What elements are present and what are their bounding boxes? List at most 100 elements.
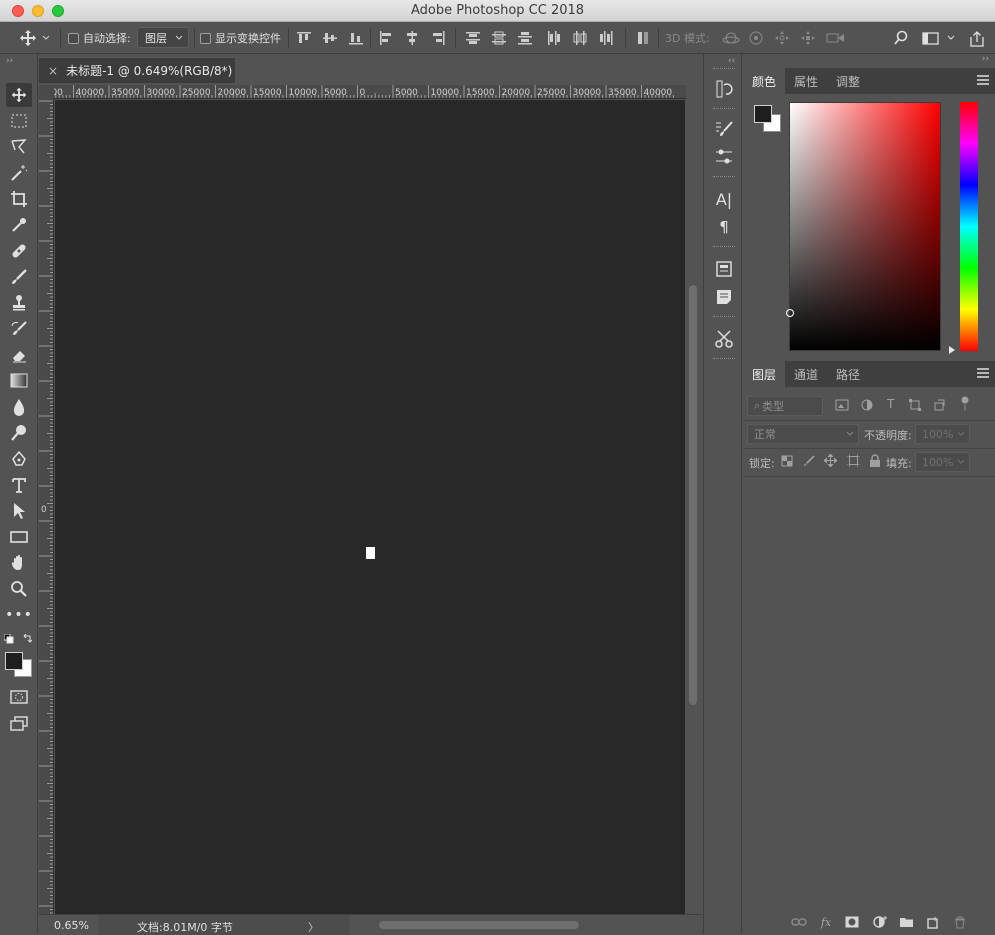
notes-panel-button[interactable] — [713, 286, 735, 308]
auto-select-target-dropdown[interactable]: 图层 — [137, 27, 189, 48]
align-vcenter-button[interactable] — [322, 30, 338, 46]
panel-foreground-swatch[interactable] — [754, 105, 772, 123]
new-layer-icon[interactable] — [925, 914, 941, 930]
filter-type-icon[interactable]: T — [887, 397, 894, 411]
vertical-scrollbar[interactable] — [686, 85, 702, 914]
workspace-switcher[interactable] — [922, 30, 956, 46]
paragraph-panel-button[interactable]: ¶ — [713, 216, 735, 238]
filter-pixel-icon[interactable] — [835, 399, 849, 411]
panel-menu-icon[interactable] — [977, 75, 989, 85]
3d-orbit-icon[interactable] — [722, 30, 740, 46]
eyedropper-tool[interactable] — [6, 213, 32, 237]
horizontal-scroll-thumb[interactable] — [379, 921, 579, 929]
distribute-top-button[interactable] — [465, 30, 481, 46]
rectangle-tool[interactable] — [6, 525, 32, 549]
layer-style-fx-button[interactable]: fx — [818, 914, 834, 930]
filter-toggle-icon[interactable] — [960, 396, 970, 412]
filter-smart-object-icon[interactable] — [933, 399, 945, 411]
lock-transparent-icon[interactable] — [781, 455, 793, 467]
search-icon[interactable] — [893, 30, 909, 46]
swap-colors-icon[interactable] — [22, 634, 32, 644]
distribute-right-button[interactable] — [598, 30, 614, 46]
collapse-dock-icon[interactable]: ‹‹ — [728, 56, 735, 66]
lock-artboard-icon[interactable] — [847, 454, 860, 467]
filter-shape-icon[interactable] — [909, 399, 921, 411]
path-selection-tool[interactable] — [6, 499, 32, 523]
new-adjustment-icon[interactable] — [872, 914, 888, 930]
zoom-tool[interactable] — [6, 577, 32, 601]
lock-pixels-icon[interactable] — [803, 455, 815, 467]
character-panel-button[interactable]: A| — [713, 188, 735, 210]
distribute-bottom-button[interactable] — [517, 30, 533, 46]
quick-mask-button[interactable] — [6, 685, 32, 709]
show-transform-checkbox[interactable]: 显示变换控件 — [200, 22, 281, 54]
gradient-tool[interactable] — [6, 369, 32, 393]
brush-settings-button[interactable] — [713, 118, 735, 140]
3d-slide-icon[interactable] — [800, 30, 816, 46]
blend-mode-dropdown[interactable]: 正常 — [747, 424, 859, 444]
auto-select-checkbox[interactable]: 自动选择: — [68, 22, 131, 54]
tab-paths[interactable]: 路径 — [827, 361, 869, 387]
clone-stamp-tool[interactable] — [6, 291, 32, 315]
canvas-pasteboard[interactable] — [55, 100, 685, 914]
tab-adjustments[interactable]: 调整 — [827, 68, 869, 94]
delete-layer-icon[interactable] — [952, 914, 968, 930]
move-tool[interactable] — [6, 83, 32, 107]
brush-presets-button[interactable] — [713, 146, 735, 168]
screen-mode-button[interactable] — [6, 711, 32, 735]
crop-tool[interactable] — [6, 187, 32, 211]
lock-all-icon[interactable] — [869, 454, 881, 467]
fill-input[interactable]: 100% — [915, 452, 970, 472]
horizontal-ruler[interactable]: 5000 40000 35000 30000 25000 20000 15000 10000 5… — [54, 85, 686, 99]
panel-menu-icon[interactable] — [977, 368, 989, 378]
align-right-button[interactable] — [430, 30, 446, 46]
close-tab-icon[interactable]: × — [48, 64, 58, 78]
tab-channels[interactable]: 通道 — [785, 361, 827, 387]
healing-brush-tool[interactable] — [6, 239, 32, 263]
filter-adjustment-icon[interactable] — [861, 399, 873, 411]
status-arrow[interactable]: 〉 — [308, 919, 319, 935]
dodge-tool[interactable] — [6, 421, 32, 445]
default-colors-icon[interactable] — [4, 634, 14, 644]
tab-layers[interactable]: 图层 — [743, 361, 786, 387]
align-hcenter-button[interactable] — [404, 30, 420, 46]
vertical-ruler[interactable]: 0 — [39, 99, 54, 914]
pen-tool[interactable] — [6, 447, 32, 471]
foreground-color-swatch[interactable] — [5, 652, 23, 670]
magic-wand-tool[interactable] — [6, 161, 32, 185]
tab-color[interactable]: 颜色 — [743, 68, 786, 94]
history-brush-tool[interactable] — [6, 317, 32, 341]
ruler-origin[interactable] — [39, 85, 54, 99]
type-tool[interactable] — [6, 473, 32, 497]
document-canvas[interactable] — [366, 547, 375, 559]
3d-scale-icon[interactable] — [826, 30, 846, 46]
tools-panel-button[interactable] — [713, 328, 735, 350]
new-group-icon[interactable] — [898, 914, 914, 930]
distribute-left-button[interactable] — [546, 30, 562, 46]
color-picker-cursor[interactable] — [786, 309, 794, 317]
history-panel-button[interactable] — [713, 78, 735, 100]
vertical-scroll-thumb[interactable] — [689, 285, 697, 705]
align-left-button[interactable] — [378, 30, 394, 46]
document-tab[interactable]: × 未标题-1 @ 0.649%(RGB/8*) — [39, 57, 235, 83]
saturation-brightness-field[interactable] — [786, 102, 941, 351]
zoom-level[interactable]: 0.65% — [54, 919, 89, 932]
brush-tool[interactable] — [6, 265, 32, 289]
3d-pan-icon[interactable] — [774, 30, 790, 46]
3d-roll-icon[interactable] — [748, 30, 764, 46]
distribute-hcenter-button[interactable] — [572, 30, 588, 46]
eraser-tool[interactable] — [6, 343, 32, 367]
lock-position-icon[interactable] — [824, 454, 837, 467]
layers-list[interactable] — [743, 477, 995, 907]
edit-toolbar-button[interactable]: ••• — [5, 603, 32, 627]
hue-slider-handle[interactable] — [949, 346, 955, 354]
distribute-vcenter-button[interactable] — [491, 30, 507, 46]
tab-properties[interactable]: 属性 — [785, 68, 827, 94]
doc-info-box[interactable]: 文档:8.01M/0 字节 〉 — [99, 915, 349, 935]
add-mask-icon[interactable] — [844, 914, 860, 930]
share-icon[interactable] — [968, 30, 986, 47]
hue-slider[interactable] — [960, 102, 978, 351]
layer-filter-dropdown[interactable]: ⌕ 类型 — [747, 396, 823, 416]
move-tool-preset-picker[interactable] — [18, 22, 50, 54]
libraries-panel-button[interactable] — [713, 258, 735, 280]
